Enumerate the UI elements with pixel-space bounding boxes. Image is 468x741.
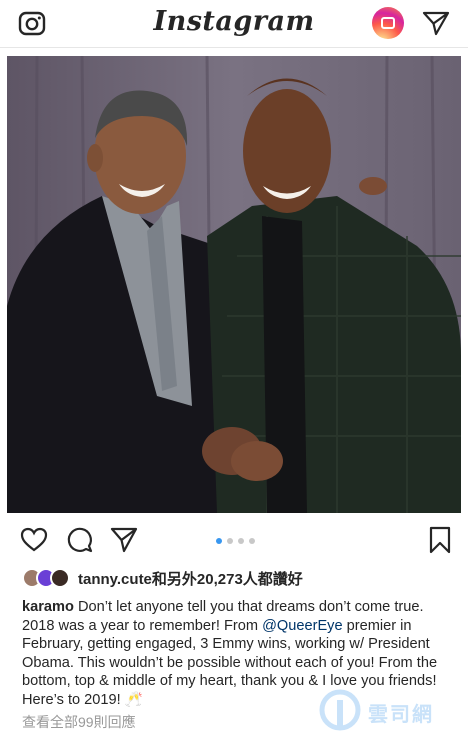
like-heart-icon[interactable]: [20, 526, 48, 554]
igtv-icon[interactable]: [372, 7, 404, 39]
caption-username[interactable]: karamo: [22, 599, 74, 615]
likes-count-text[interactable]: tanny.cute和另外20,273人都讚好: [78, 568, 303, 589]
liker-avatars: [22, 568, 74, 588]
direct-send-icon[interactable]: [422, 10, 450, 36]
top-navigation-bar: Instagram: [0, 0, 468, 48]
likes-row[interactable]: tanny.cute和另外20,273人都讚好: [22, 566, 303, 590]
carousel-dot: [238, 538, 244, 544]
watermark-text: 雲司網: [368, 704, 434, 726]
watermark-logo-icon: [319, 689, 361, 731]
carousel-dot-active: [216, 538, 222, 544]
post-photo-illustration: [7, 56, 461, 513]
carousel-dot: [227, 538, 233, 544]
carousel-indicator: [216, 538, 255, 544]
watermark: 雲司網: [318, 688, 458, 732]
post-image[interactable]: [7, 56, 461, 513]
caption-mention-link[interactable]: @QueerEye: [262, 618, 343, 634]
carousel-dot: [249, 538, 255, 544]
save-bookmark-icon[interactable]: [426, 526, 454, 554]
view-all-comments-link[interactable]: 查看全部99則回應: [22, 712, 136, 732]
share-send-icon[interactable]: [110, 526, 138, 554]
comment-icon[interactable]: [66, 526, 94, 554]
avatar: [50, 568, 70, 588]
